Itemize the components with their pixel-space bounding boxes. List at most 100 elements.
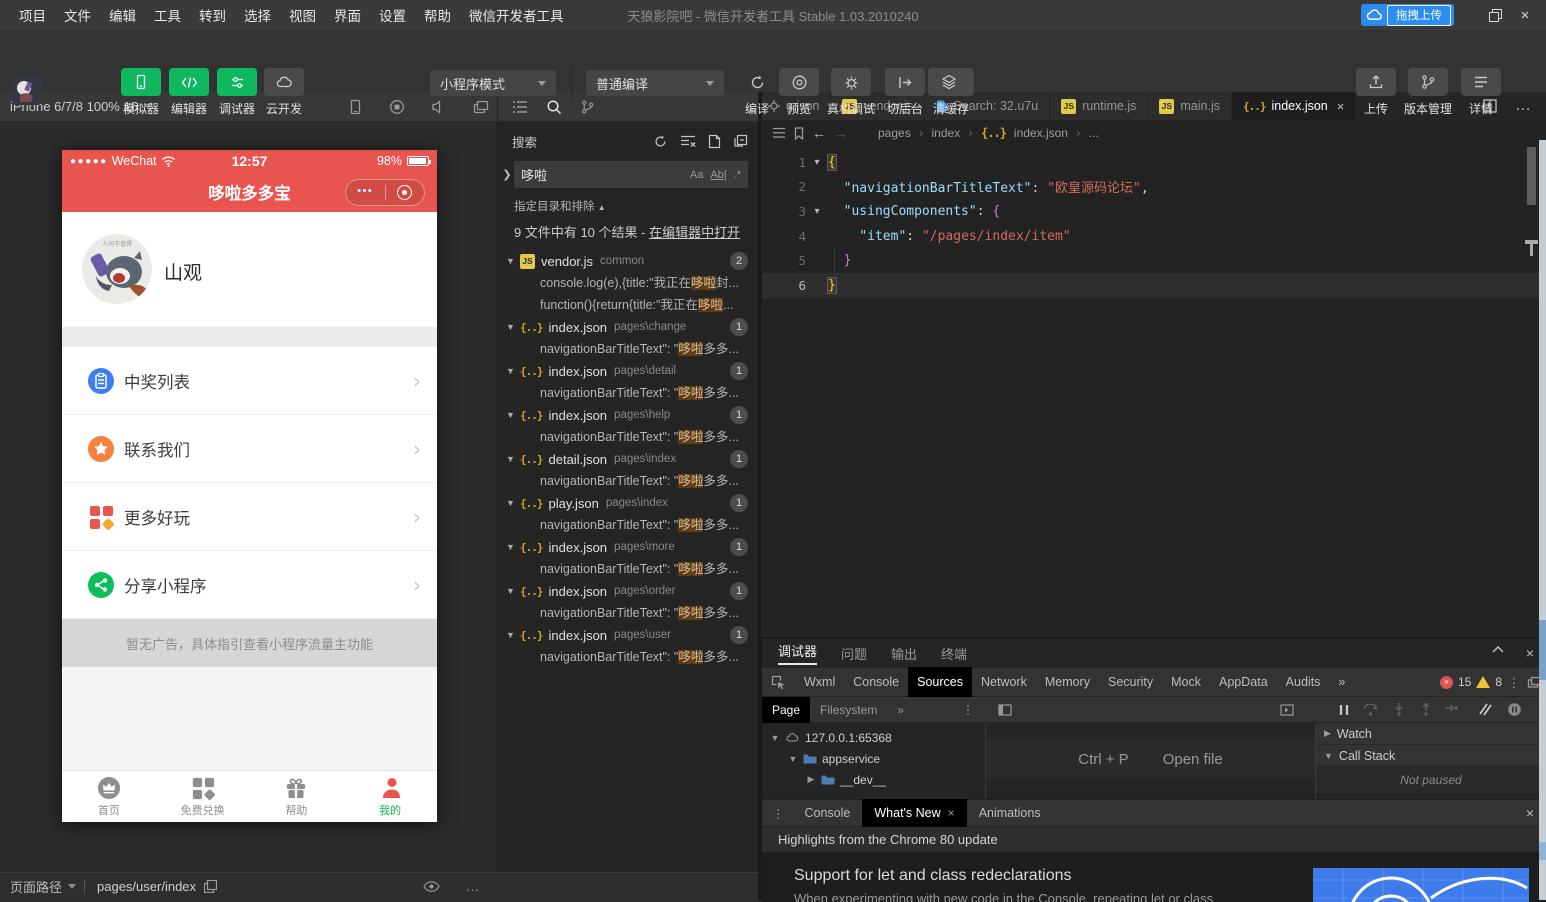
search-result-file[interactable]: ▼{..} index.jsonpages\change 1 bbox=[498, 316, 758, 338]
warning-count[interactable]: 8 bbox=[1495, 675, 1502, 689]
compile-mode-select[interactable]: 普通编译 bbox=[586, 70, 724, 96]
search-match[interactable]: console.log(e),{title:"我正在哆啦封... bbox=[498, 272, 758, 294]
close-drawer-icon[interactable]: × bbox=[1526, 805, 1534, 821]
collapse-all-icon[interactable] bbox=[733, 134, 748, 148]
exit-button[interactable] bbox=[386, 185, 425, 200]
toolbar-simulator-button[interactable]: 模拟器 bbox=[118, 68, 164, 117]
search-icon[interactable] bbox=[546, 99, 562, 115]
search-result-file[interactable]: ▼{..} play.jsonpages\index 1 bbox=[498, 492, 758, 514]
watch-section[interactable]: ▶Watch bbox=[1316, 723, 1546, 745]
tab-home[interactable]: 首页 bbox=[62, 771, 156, 822]
copy-icon[interactable] bbox=[204, 880, 217, 893]
more-actions-icon[interactable]: … bbox=[1515, 97, 1532, 115]
more-menu-button[interactable]: ••• bbox=[346, 185, 385, 201]
deactivate-breakpoints-icon[interactable] bbox=[1478, 703, 1494, 716]
search-input[interactable]: 哆啦 Aa Ab| .* bbox=[514, 161, 748, 188]
tab-sources[interactable]: Sources bbox=[908, 667, 972, 697]
expand-replace-icon[interactable]: ❯ bbox=[500, 168, 514, 181]
nav-back-icon[interactable]: ← bbox=[812, 125, 826, 141]
open-file-hint[interactable]: Open file bbox=[1163, 751, 1223, 768]
bookmark-icon[interactable] bbox=[794, 127, 804, 140]
tab-terminal[interactable]: 终端 bbox=[941, 644, 967, 663]
search-result-file[interactable]: ▼{..} index.jsonpages\detail 1 bbox=[498, 360, 758, 382]
chrome-update-image[interactable] bbox=[1313, 868, 1529, 902]
project-avatar[interactable] bbox=[12, 75, 42, 105]
detail-button[interactable]: 详情 bbox=[1458, 68, 1504, 117]
match-case-toggle[interactable]: Aa bbox=[690, 169, 703, 181]
menu-view[interactable]: 视图 bbox=[280, 5, 325, 25]
tab-audits[interactable]: Audits bbox=[1277, 667, 1330, 697]
tab-console[interactable]: Console bbox=[844, 667, 908, 697]
drawer-menu-icon[interactable]: ⋮ bbox=[762, 806, 793, 821]
tab-drawer-console[interactable]: Console bbox=[793, 799, 863, 827]
toolbar-inspector-button[interactable]: 调试器 bbox=[214, 68, 260, 117]
search-result-file[interactable]: ▼{..} index.jsonpages\help 1 bbox=[498, 404, 758, 426]
close-button[interactable]: × bbox=[1516, 6, 1534, 24]
article-title[interactable]: Support for let and class redeclarations bbox=[794, 867, 1071, 885]
toolbar-cloud-button[interactable]: 云开发 bbox=[261, 68, 307, 117]
menu-project[interactable]: 项目 bbox=[10, 5, 55, 25]
dir-filter-toggle[interactable]: 指定目录和排除 ▲ bbox=[498, 192, 758, 216]
tab-main-js[interactable]: JSmain.js bbox=[1148, 92, 1232, 120]
menu-select[interactable]: 选择 bbox=[235, 5, 280, 25]
avatar[interactable]: 人间不值得 bbox=[82, 234, 152, 304]
breadcrumb-item[interactable]: index bbox=[932, 126, 961, 140]
search-result-file[interactable]: ▼{..} index.jsonpages\order 1 bbox=[498, 580, 758, 602]
breadcrumb-item[interactable]: pages bbox=[878, 126, 911, 140]
breadcrumb-item[interactable]: ... bbox=[1089, 126, 1099, 140]
drag-upload-button[interactable]: 拖拽上传 bbox=[1361, 4, 1454, 26]
close-tab-icon[interactable]: × bbox=[1337, 99, 1345, 114]
tab-security[interactable]: Security bbox=[1099, 667, 1162, 697]
callstack-section[interactable]: ▼Call Stack bbox=[1316, 745, 1546, 767]
tab-wxml[interactable]: Wxml bbox=[795, 667, 844, 697]
open-in-editor-link[interactable]: 在编辑器中打开 bbox=[649, 225, 740, 240]
toolbar-editor-button[interactable]: 编辑器 bbox=[166, 68, 212, 117]
error-count[interactable]: 15 bbox=[1458, 675, 1471, 689]
close-panel-icon[interactable]: × bbox=[1526, 645, 1534, 661]
fold-icon[interactable]: ▾ bbox=[806, 206, 828, 217]
tab-mock[interactable]: Mock bbox=[1162, 667, 1210, 697]
collapse-panel-icon[interactable] bbox=[1492, 645, 1504, 653]
regex-toggle[interactable]: .* bbox=[734, 169, 741, 181]
eye-icon[interactable] bbox=[423, 881, 440, 892]
tree-item-dev[interactable]: ▶ __dev__ bbox=[762, 769, 985, 790]
tree-item-host[interactable]: ▼ 127.0.0.1:65368 bbox=[762, 727, 985, 748]
upload-button[interactable]: 上传 bbox=[1353, 68, 1399, 117]
close-tab-icon[interactable]: × bbox=[948, 806, 955, 820]
tab-runtime-js[interactable]: JSruntime.js bbox=[1050, 92, 1148, 120]
page-path-label[interactable]: 页面路径 bbox=[0, 877, 62, 896]
menu-file[interactable]: 文件 bbox=[55, 5, 100, 25]
menu-settings[interactable]: 设置 bbox=[370, 5, 415, 25]
menu-goto[interactable]: 转到 bbox=[190, 5, 235, 25]
tab-help[interactable]: 帮助 bbox=[250, 771, 344, 822]
tab-output[interactable]: 输出 bbox=[891, 644, 917, 663]
mode-select[interactable]: 小程序模式 bbox=[430, 70, 556, 96]
multi-window-icon[interactable] bbox=[473, 100, 489, 114]
tab-debugger[interactable]: 调试器 bbox=[778, 641, 817, 665]
search-match[interactable]: navigationBarTitleText": "哆啦多多... bbox=[498, 514, 758, 536]
device-frame-icon[interactable] bbox=[348, 99, 363, 115]
tab-page[interactable]: Page bbox=[762, 697, 810, 723]
maximize-button[interactable] bbox=[1486, 6, 1504, 24]
tab-filesystem[interactable]: Filesystem bbox=[810, 697, 887, 723]
hide-navigator-icon[interactable] bbox=[998, 704, 1012, 716]
pause-script-icon[interactable] bbox=[1338, 704, 1350, 716]
menu-tools[interactable]: 工具 bbox=[145, 5, 190, 25]
refresh-icon[interactable] bbox=[653, 134, 668, 149]
step-out-icon[interactable] bbox=[1420, 703, 1432, 716]
search-result-file[interactable]: ▼{..} index.jsonpages\user 1 bbox=[498, 624, 758, 646]
menu-edit[interactable]: 编辑 bbox=[100, 5, 145, 25]
tab-index-json[interactable]: {..}index.json× bbox=[1232, 92, 1356, 120]
tab-memory[interactable]: Memory bbox=[1036, 667, 1099, 697]
tree-item-appservice[interactable]: ▼ appservice bbox=[762, 748, 985, 769]
file-list-icon[interactable] bbox=[512, 100, 528, 114]
tab-whats-new[interactable]: What's New× bbox=[862, 799, 966, 827]
tab-appdata[interactable]: AppData bbox=[1210, 667, 1277, 697]
tab-mine[interactable]: 我的 bbox=[343, 771, 437, 822]
step-into-icon[interactable] bbox=[1393, 703, 1405, 716]
breadcrumb-item[interactable]: index.json bbox=[1014, 126, 1068, 140]
search-match[interactable]: navigationBarTitleText": "哆啦多多... bbox=[498, 426, 758, 448]
new-search-editor-icon[interactable] bbox=[708, 134, 721, 149]
inspect-element-icon[interactable] bbox=[762, 667, 795, 697]
search-match[interactable]: navigationBarTitleText": "哆啦多多... bbox=[498, 382, 758, 404]
